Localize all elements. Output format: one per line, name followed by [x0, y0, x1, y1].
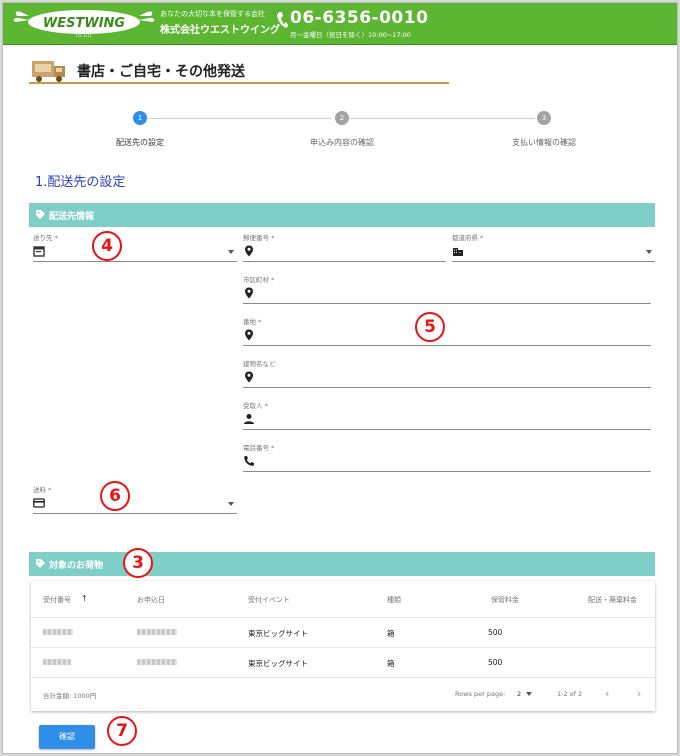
row-divider: [31, 647, 655, 648]
destination-label: 送り先 *: [33, 234, 58, 242]
chevron-down-icon: [228, 502, 234, 506]
chevron-down-icon[interactable]: [526, 692, 532, 696]
redacted-receipt-number: [43, 629, 73, 635]
column-header: 配送・廃棄料金: [588, 596, 637, 604]
phone-number: 06-6356-0010: [290, 8, 429, 28]
postal-code-field[interactable]: 郵便番号 *: [243, 232, 446, 262]
section-heading: 1.配送先の設定: [35, 175, 126, 190]
step-2-label: 申込み内容の確認: [310, 138, 374, 147]
chevron-down-icon: [228, 250, 234, 254]
step-1-circle: 1: [133, 111, 147, 125]
annotation-marker-4: 4: [92, 231, 122, 261]
street-number-field[interactable]: 番地 *: [243, 316, 651, 346]
person-icon: [244, 414, 254, 424]
pagination-range: 1-2 of 2: [557, 690, 583, 698]
sort-ascending-icon[interactable]: ↑: [81, 594, 88, 603]
destination-select[interactable]: 送り先 *: [33, 232, 237, 262]
street-number-label: 番地 *: [243, 318, 262, 326]
prefecture-label: 都道府県 *: [452, 234, 484, 242]
rows-per-page-select[interactable]: 2: [517, 690, 521, 698]
shipping-info-title: 配送先情報: [49, 212, 95, 222]
step-2-circle: 2: [335, 111, 349, 125]
svg-text:WESTWING: WESTWING: [43, 16, 126, 31]
city-label: 市区町村 *: [243, 276, 275, 284]
page-frame: WESTWING CO.,LTD. あなたの大切な本を保管する会社 株式会社ウエ…: [2, 2, 678, 754]
event-cell: 東京ビッグサイト: [248, 659, 308, 668]
column-header: 受付イベント: [248, 596, 290, 604]
shipping-fee-label: 送料 *: [33, 486, 52, 494]
confirm-button[interactable]: 確認: [39, 725, 95, 749]
building-name-field[interactable]: 建物名など: [243, 358, 651, 388]
recipient-label: 受取人 *: [243, 402, 268, 410]
row-divider: [31, 677, 655, 678]
business-hours: 月～金曜日（祝日を除く）10:00~17:00: [290, 31, 411, 39]
total-amount: 合計金額: 1000円: [43, 692, 97, 700]
page-title: 書店・ご自宅・その他発送: [77, 64, 245, 80]
tag-icon: [36, 559, 45, 568]
column-header: お申込日: [137, 596, 165, 604]
phone-icon: [244, 456, 254, 466]
redacted-date: [137, 629, 177, 635]
postal-code-label: 郵便番号 *: [243, 234, 275, 242]
fee-cell: 500: [488, 628, 503, 637]
shipping-fee-select[interactable]: 送料 *: [33, 484, 237, 514]
stepper-connector: [147, 118, 331, 119]
building-name-label: 建物名など: [243, 360, 276, 368]
svg-text:CO.,LTD.: CO.,LTD.: [76, 33, 93, 38]
row-divider: [31, 617, 655, 618]
phone-label: 電話番号 *: [243, 444, 275, 452]
calendar-icon: [33, 246, 45, 257]
map-pin-icon: [245, 371, 253, 383]
step-1-label: 配送先の設定: [116, 138, 164, 147]
phone-icon: [276, 11, 288, 29]
fee-cell: 500: [488, 658, 503, 667]
map-pin-icon: [245, 245, 253, 257]
rows-per-page-label: Rows per page:: [455, 690, 506, 698]
next-page-icon[interactable]: ›: [637, 687, 641, 700]
westwing-logo[interactable]: WESTWING CO.,LTD.: [11, 6, 157, 40]
column-header: 種類: [387, 596, 401, 604]
annotation-marker-3: 3: [123, 548, 153, 578]
items-title: 対象のお荷物: [49, 561, 104, 571]
city-field[interactable]: 市区町村 *: [243, 274, 651, 304]
type-cell: 箱: [387, 659, 395, 668]
title-divider: [29, 82, 449, 84]
annotation-marker-7: 7: [107, 716, 137, 746]
map-pin-icon: [245, 287, 253, 299]
map-pin-icon: [245, 329, 253, 341]
annotation-marker-6: 6: [100, 481, 130, 511]
step-3-circle: 3: [537, 111, 551, 125]
prefecture-select[interactable]: 都道府県 *: [452, 232, 655, 262]
stepper-connector: [349, 118, 535, 119]
redacted-date: [137, 659, 177, 665]
column-header: 保管料金: [491, 596, 519, 604]
shipping-info-bar: 配送先情報: [29, 203, 655, 227]
company-name: 株式会社ウエストウイング: [160, 25, 280, 36]
column-header[interactable]: 受付番号: [43, 595, 71, 605]
chevron-down-icon: [646, 250, 652, 254]
site-header: WESTWING CO.,LTD. あなたの大切な本を保管する会社 株式会社ウエ…: [3, 3, 677, 45]
tag-icon: [36, 210, 45, 219]
delivery-truck-icon: [31, 59, 67, 83]
event-cell: 東京ビッグサイト: [248, 629, 308, 638]
step-3-label: 支払い情報の確認: [512, 138, 576, 147]
building-icon: [453, 248, 463, 256]
card-icon: [33, 498, 45, 508]
redacted-receipt-number: [43, 659, 71, 665]
phone-field[interactable]: 電話番号 *: [243, 442, 651, 472]
tagline: あなたの大切な本を保管する会社: [160, 10, 265, 18]
type-cell: 箱: [387, 629, 395, 638]
annotation-marker-5: 5: [415, 312, 445, 342]
items-table: 受付番号 ↑ お申込日 受付イベント 種類 保管料金 配送・廃棄料金 東京ビッグ…: [31, 581, 655, 711]
previous-page-icon[interactable]: ‹: [605, 687, 609, 700]
recipient-field[interactable]: 受取人 *: [243, 400, 651, 430]
